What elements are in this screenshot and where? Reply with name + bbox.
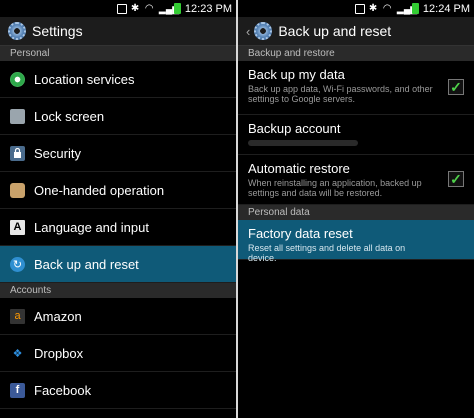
backup-reset-panel: ✱ ◠ ▂▄▆ 12:24 PM ‹ Back up and reset Bac… [238, 0, 474, 418]
notification-icon [354, 3, 365, 14]
setting-title: Automatic restore [248, 161, 350, 176]
settings-item-amazon[interactable]: a Amazon [0, 298, 236, 335]
redacted-account [248, 140, 358, 146]
setting-automatic-restore[interactable]: Automatic restore When reinstalling an a… [238, 155, 474, 205]
bluetooth-icon: ✱ [368, 2, 378, 14]
back-icon[interactable]: ‹ [246, 24, 250, 39]
location-icon [10, 71, 25, 87]
battery-icon [411, 3, 419, 14]
item-label: Security [34, 145, 81, 161]
item-label: Location services [34, 71, 135, 87]
lock-screen-icon [10, 108, 25, 124]
setting-title: Back up my data [248, 67, 345, 82]
settings-item-lock-screen[interactable]: Lock screen [0, 98, 236, 135]
status-bar: ✱ ◠ ▂▄▆ 12:24 PM [238, 0, 474, 17]
section-header-accounts: Accounts [0, 283, 236, 298]
settings-gear-icon[interactable] [254, 22, 273, 40]
page-title: Back up and reset [278, 23, 392, 39]
dropbox-icon: ❖ [12, 347, 23, 360]
setting-description: Back up app data, Wi-Fi passwords, and o… [248, 84, 433, 104]
signal-icon: ▂▄▆ [396, 3, 418, 14]
item-label: One-handed operation [34, 182, 165, 198]
signal-icon: ▂▄▆ [158, 3, 180, 14]
backup-icon: ↻ [10, 256, 25, 272]
settings-item-facebook[interactable]: f Facebook [0, 372, 236, 409]
automatic-restore-checkbox[interactable]: ✓ [448, 171, 464, 187]
action-bar: ‹ Back up and reset [238, 17, 474, 46]
facebook-icon: f [10, 382, 25, 398]
setting-title: Backup account [248, 121, 341, 136]
settings-panel: ✱ ◠ ▂▄▆ 12:23 PM Settings Personal Locat… [0, 0, 236, 418]
settings-item-location-services[interactable]: Location services [0, 61, 236, 98]
wifi-icon: ◠ [382, 2, 392, 14]
settings-item-back-up-and-reset[interactable]: ↻ Back up and reset [0, 246, 236, 283]
setting-description: When reinstalling an application, backed… [248, 178, 422, 198]
wifi-icon: ◠ [144, 2, 154, 14]
status-time: 12:24 PM [422, 2, 470, 15]
page-title: Settings [32, 23, 83, 39]
one-handed-icon [10, 182, 25, 198]
item-label: Back up and reset [34, 256, 139, 272]
amazon-icon: a [10, 308, 25, 324]
settings-item-language-and-input[interactable]: A Language and input [0, 209, 236, 246]
setting-description: Reset all settings and delete all data o… [248, 243, 406, 263]
item-label: Language and input [34, 219, 149, 235]
status-time: 12:23 PM [184, 2, 232, 15]
settings-item-dropbox[interactable]: ❖ Dropbox [0, 335, 236, 372]
settings-gear-icon [8, 22, 26, 40]
section-header-personal-data: Personal data [238, 205, 474, 220]
item-label: Lock screen [34, 108, 105, 124]
notification-icon [116, 3, 127, 14]
status-bar: ✱ ◠ ▂▄▆ 12:23 PM [0, 0, 236, 17]
language-icon: A [10, 219, 25, 235]
bluetooth-icon: ✱ [130, 2, 140, 14]
item-label: Dropbox [34, 345, 84, 361]
setting-title: Factory data reset [248, 226, 353, 241]
battery-icon [173, 3, 181, 14]
security-icon [10, 145, 25, 161]
section-header-personal: Personal [0, 46, 236, 61]
action-bar: Settings [0, 17, 236, 46]
item-label: Facebook [34, 382, 92, 398]
setting-backup-account[interactable]: Backup account [238, 115, 474, 155]
back-up-my-data-checkbox[interactable]: ✓ [448, 79, 464, 95]
settings-item-security[interactable]: Security [0, 135, 236, 172]
setting-back-up-my-data[interactable]: Back up my data Back up app data, Wi-Fi … [238, 61, 474, 115]
item-label: Amazon [34, 308, 82, 324]
section-header-backup-and-restore: Backup and restore [238, 46, 474, 61]
setting-factory-data-reset[interactable]: Factory data reset Reset all settings an… [238, 220, 474, 263]
settings-item-one-handed-operation[interactable]: One-handed operation [0, 172, 236, 209]
